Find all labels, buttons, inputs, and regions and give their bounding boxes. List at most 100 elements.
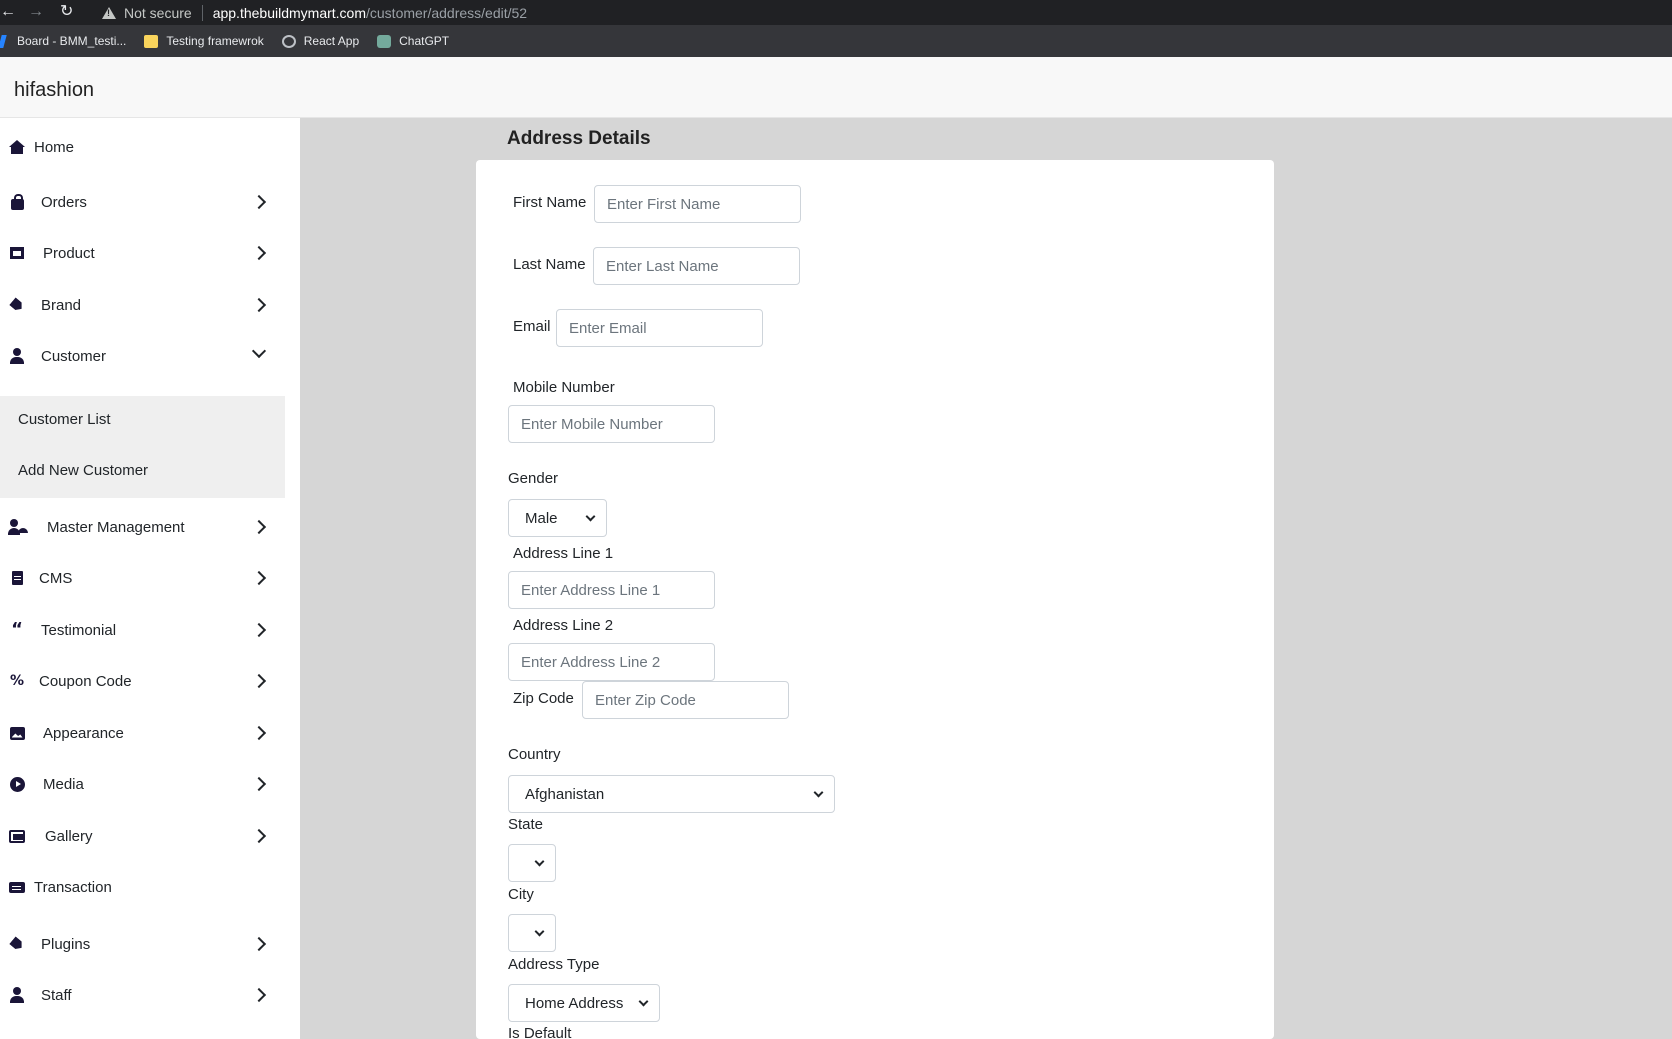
back-arrow-icon[interactable]: ← bbox=[0, 3, 16, 21]
sidebar-item-brand[interactable]: Brand bbox=[0, 283, 285, 327]
first-name-input[interactable] bbox=[594, 185, 801, 223]
play-icon bbox=[8, 775, 26, 793]
mobile-number-input[interactable] bbox=[508, 405, 715, 443]
chevron-right-icon bbox=[251, 297, 267, 313]
chatgpt-icon bbox=[377, 34, 392, 48]
email-label: Email bbox=[513, 318, 551, 335]
sidebar: Home Orders Product Brand Customer Custo… bbox=[0, 118, 300, 1039]
country-select[interactable]: Afghanistan bbox=[508, 775, 835, 813]
chevron-right-icon bbox=[251, 622, 267, 638]
sidebar-item-coupon-code[interactable]: % Coupon Code bbox=[0, 659, 285, 703]
sidebar-item-label: Home bbox=[34, 138, 75, 156]
sidebar-item-label: Customer bbox=[41, 347, 107, 365]
folder-icon bbox=[144, 34, 159, 48]
shopping-bag-icon bbox=[8, 193, 26, 211]
chevron-right-icon bbox=[251, 245, 267, 261]
file-icon bbox=[8, 569, 26, 587]
chevron-right-icon bbox=[251, 987, 267, 1003]
email-input[interactable] bbox=[556, 309, 763, 347]
state-label: State bbox=[508, 816, 544, 833]
sidebar-item-label: Testimonial bbox=[41, 621, 117, 639]
sidebar-item-label: Appearance bbox=[43, 724, 124, 742]
url-host: app.thebuildmymart.com bbox=[212, 4, 366, 21]
chevron-right-icon bbox=[251, 519, 267, 535]
gender-label: Gender bbox=[508, 470, 559, 487]
sidebar-item-label: Transaction bbox=[34, 878, 112, 896]
last-name-label: Last Name bbox=[513, 256, 586, 273]
sidebar-item-media[interactable]: Media bbox=[0, 762, 285, 806]
page-title: Address Details bbox=[507, 128, 651, 149]
bookmark-chatgpt[interactable]: ChatGPT bbox=[377, 34, 449, 48]
reload-icon[interactable]: ↻ bbox=[60, 3, 73, 21]
gender-select[interactable]: Male bbox=[508, 499, 607, 537]
archive-icon bbox=[8, 244, 26, 262]
country-label: Country bbox=[508, 746, 561, 763]
bookmark-testing-framework[interactable]: Testing framewrok bbox=[144, 34, 264, 48]
url-omnibox[interactable]: Not secure app.thebuildmymart.com/custom… bbox=[92, 0, 527, 25]
chevron-down-icon bbox=[534, 926, 545, 937]
sidebar-item-orders[interactable]: Orders bbox=[0, 180, 285, 224]
chevron-right-icon bbox=[251, 936, 267, 952]
sidebar-item-appearance[interactable]: Appearance bbox=[0, 711, 285, 755]
address-line-2-input[interactable] bbox=[508, 643, 715, 681]
sidebar-item-product[interactable]: Product bbox=[0, 231, 285, 275]
security-label: Not secure bbox=[124, 4, 192, 21]
sidebar-item-cms[interactable]: CMS bbox=[0, 556, 285, 600]
address-line-1-input[interactable] bbox=[508, 571, 715, 609]
sidebar-item-gallery[interactable]: Gallery bbox=[0, 814, 285, 858]
forward-arrow-icon[interactable]: → bbox=[28, 3, 44, 21]
url-divider bbox=[201, 4, 203, 21]
gender-select-value: Male bbox=[525, 509, 558, 527]
sidebar-item-home[interactable]: Home bbox=[0, 125, 285, 169]
jira-board-icon bbox=[0, 34, 7, 48]
sidebar-item-label: Coupon Code bbox=[39, 672, 132, 690]
chevron-right-icon bbox=[251, 725, 267, 741]
brand-name[interactable]: hifashion bbox=[14, 79, 94, 102]
sidebar-item-master-management[interactable]: Master Management bbox=[0, 505, 285, 549]
bookmark-label: React App bbox=[303, 34, 360, 48]
address-type-label: Address Type bbox=[508, 956, 600, 973]
tag-icon bbox=[8, 935, 26, 953]
home-icon bbox=[8, 138, 26, 156]
sidebar-subitem-add-new-customer[interactable]: Add New Customer bbox=[18, 462, 148, 479]
address-type-select[interactable]: Home Address bbox=[508, 984, 660, 1022]
city-label: City bbox=[508, 886, 534, 903]
sidebar-item-plugins[interactable]: Plugins bbox=[0, 922, 285, 966]
sidebar-item-staff[interactable]: Staff bbox=[0, 973, 285, 1017]
sidebar-item-label: Staff bbox=[41, 986, 72, 1004]
state-select[interactable] bbox=[508, 844, 556, 882]
sidebar-item-testimonial[interactable]: “ Testimonial bbox=[0, 608, 285, 652]
sidebar-item-label: Master Management bbox=[47, 518, 185, 536]
percent-icon: % bbox=[9, 673, 25, 689]
tags-icon bbox=[8, 296, 26, 314]
zip-code-input[interactable] bbox=[582, 681, 789, 719]
sidebar-item-label: Product bbox=[43, 244, 95, 262]
browser-address-bar: ← → ↻ Not secure app.thebuildmymart.com/… bbox=[0, 0, 1672, 25]
user-icon bbox=[8, 347, 26, 365]
city-select[interactable] bbox=[508, 914, 556, 952]
user-gear-icon bbox=[8, 518, 26, 536]
chevron-down-icon bbox=[251, 343, 267, 359]
chevron-right-icon bbox=[251, 828, 267, 844]
warning-icon bbox=[102, 6, 116, 19]
chevron-down-icon bbox=[813, 787, 824, 798]
chevron-down-icon bbox=[534, 856, 545, 867]
address-line-2-label: Address Line 2 bbox=[513, 617, 614, 634]
sidebar-item-customer[interactable]: Customer bbox=[0, 334, 285, 378]
sidebar-item-label: Gallery bbox=[45, 827, 93, 845]
bookmark-react-app[interactable]: React App bbox=[281, 34, 360, 48]
credit-card-icon bbox=[8, 878, 26, 896]
chevron-down-icon bbox=[638, 996, 649, 1007]
bookmark-label: ChatGPT bbox=[399, 34, 450, 48]
bookmark-board[interactable]: Board - BMM_testi... bbox=[0, 34, 126, 48]
chevron-right-icon bbox=[251, 673, 267, 689]
customer-submenu: Customer List Add New Customer bbox=[0, 396, 285, 498]
user-icon bbox=[8, 986, 26, 1004]
url-path: /customer/address/edit/52 bbox=[366, 4, 528, 21]
sidebar-item-label: Orders bbox=[41, 193, 87, 211]
chevron-right-icon bbox=[251, 776, 267, 792]
sidebar-item-transaction[interactable]: Transaction bbox=[0, 865, 285, 909]
sidebar-subitem-customer-list[interactable]: Customer List bbox=[18, 411, 111, 428]
bookmark-label: Board - BMM_testi... bbox=[17, 34, 127, 48]
last-name-input[interactable] bbox=[593, 247, 800, 285]
